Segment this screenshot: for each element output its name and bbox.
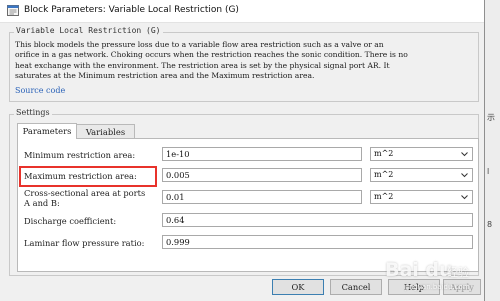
label-line: A and B: [24,198,60,208]
watermark-subtitle: 经验 [447,266,469,279]
laminar-flow-pressure-ratio-input[interactable]: 0.999 [162,235,473,249]
cross-sectional-area-unit-select[interactable]: m^2 [370,190,473,204]
description-line: orifice in a gas network. Choking occurs… [15,50,408,60]
baidu-jingyan-watermark: Bai du 经验 jingyan.baidu.com [385,257,495,297]
laminar-flow-pressure-ratio-label: Laminar flow pressure ratio: [24,238,145,248]
description-line: heat exchange with the environment. The … [15,60,390,70]
background-text-fragment: 8 [487,220,493,229]
window-title: Block Parameters: Variable Local Restric… [24,5,239,15]
watermark-url: jingyan.baidu.com [405,283,470,291]
maximum-restriction-area-input[interactable]: 0.005 [162,168,362,182]
background-text-fragment: l [487,167,490,176]
settings-group-label: Settings [14,108,52,117]
label-line: Cross-sectional area at ports [24,188,146,198]
watermark-logo: Bai du [385,259,453,281]
unit-value: m^2 [374,149,394,158]
cross-sectional-area-input[interactable]: 0.01 [162,190,362,204]
description-line: This block models the pressure loss due … [15,40,384,49]
chevron-down-icon [461,173,468,178]
discharge-coefficient-label: Discharge coefficient: [24,216,117,226]
description-line: saturates at the Minimum restriction are… [15,71,315,81]
minimum-restriction-area-unit-select[interactable]: m^2 [370,147,473,161]
source-code-link[interactable]: Source code [15,86,65,95]
block-parameters-icon [7,5,19,16]
minimum-restriction-area-label: Minimum restriction area: [24,150,136,160]
unit-value: m^2 [374,192,394,201]
ok-button[interactable]: OK [272,279,324,295]
tab-parameters[interactable]: Parameters [17,123,77,139]
cancel-button[interactable]: Cancel [330,279,382,295]
title-bar[interactable]: Block Parameters: Variable Local Restric… [0,0,484,23]
description-group-label: Variable Local Restriction (G) [14,26,163,35]
background-text-fragment: 示 [487,113,495,122]
block-parameters-dialog: Block Parameters: Variable Local Restric… [0,0,485,301]
unit-value: m^2 [374,170,394,179]
background-window-edge: 示 l 8 [484,0,500,301]
minimum-restriction-area-input[interactable]: 1e-10 [162,147,362,161]
cross-sectional-area-label: Cross-sectional area at ports A and B: [24,188,145,208]
discharge-coefficient-input[interactable]: 0.64 [162,213,473,227]
chevron-down-icon [461,195,468,200]
block-description: This block models the pressure loss due … [15,40,475,82]
highlight-annotation-box [19,166,157,187]
chevron-down-icon [461,152,468,157]
maximum-restriction-area-unit-select[interactable]: m^2 [370,168,473,182]
tab-variables[interactable]: Variables [76,124,135,139]
